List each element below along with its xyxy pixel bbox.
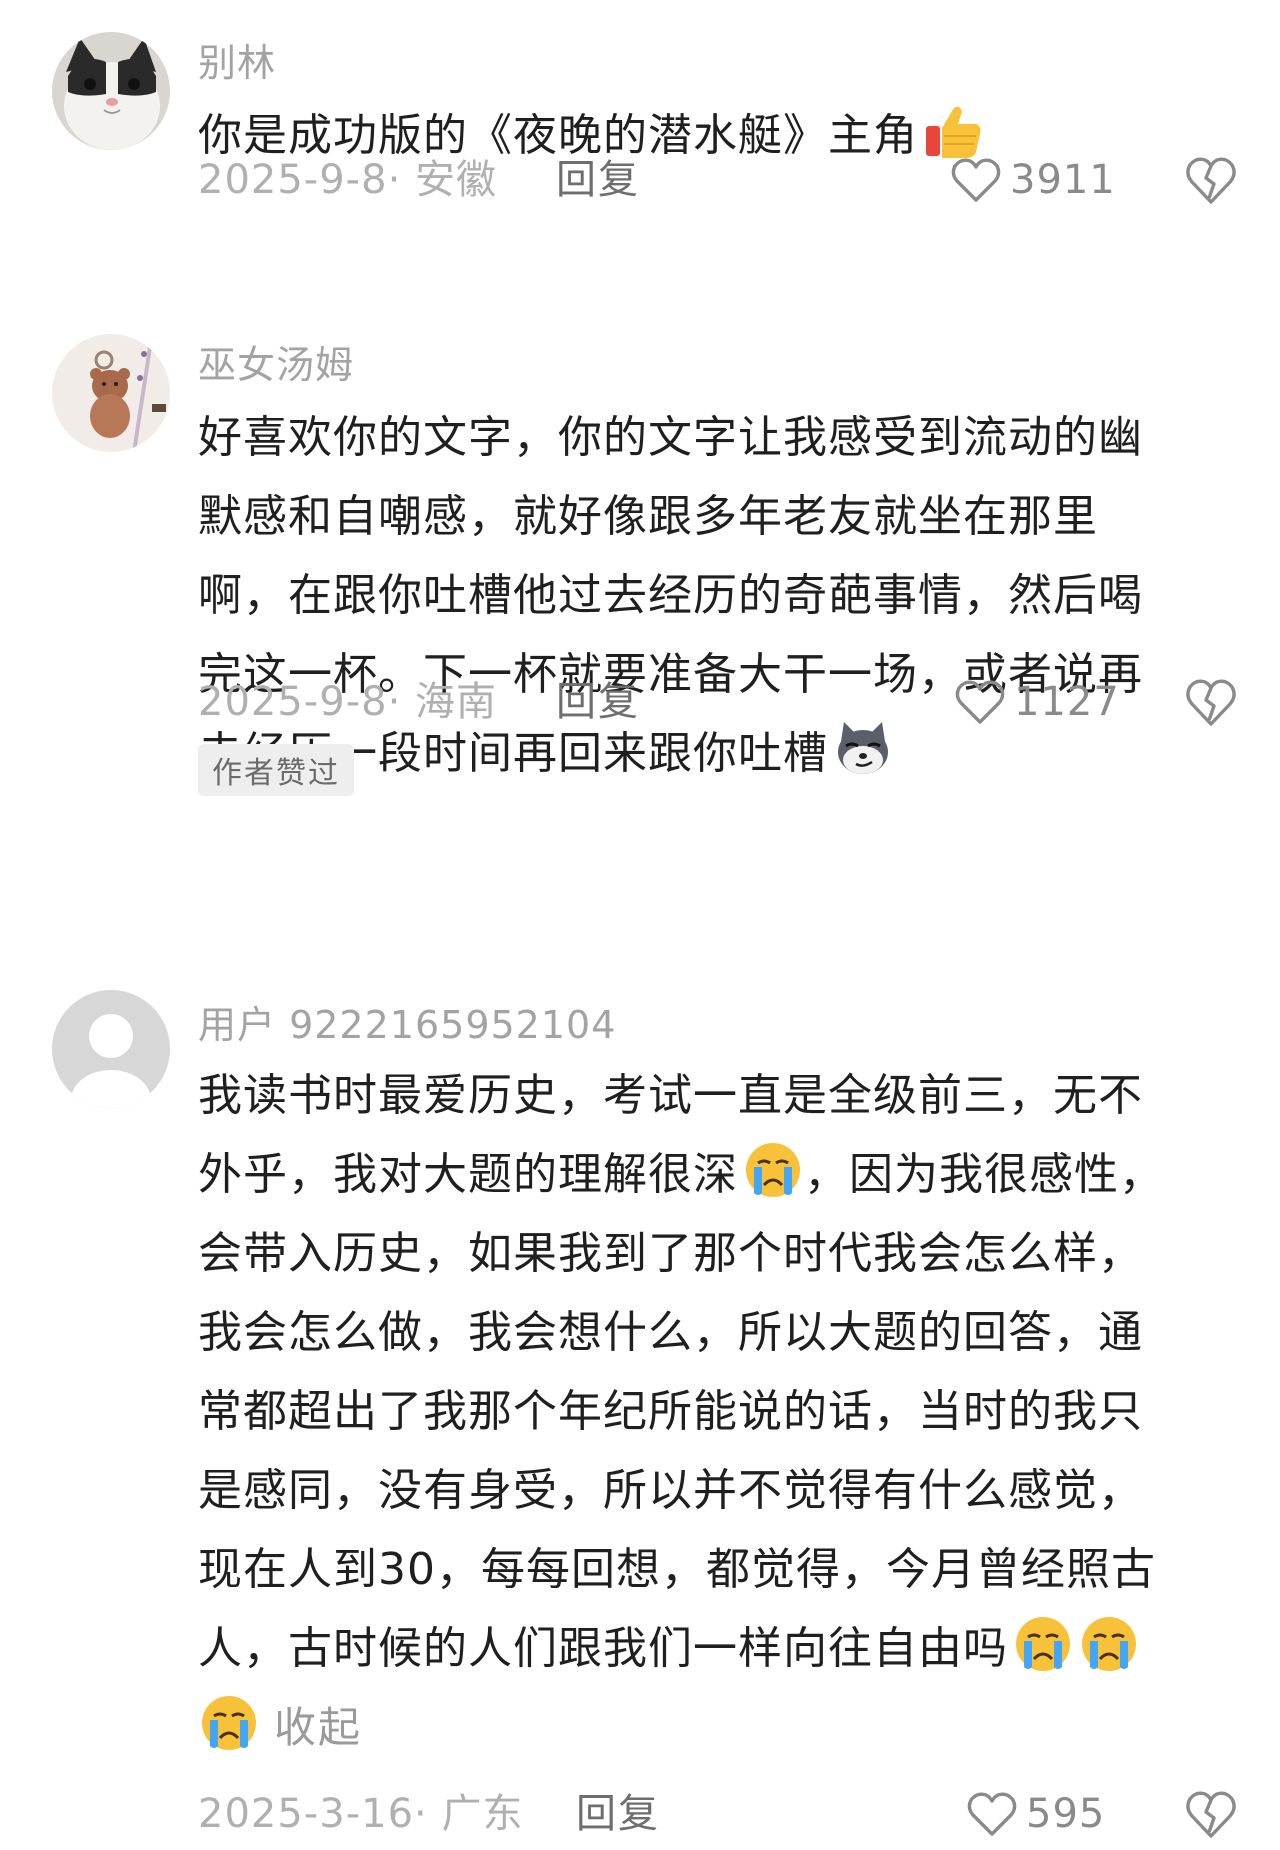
avatar[interactable] bbox=[52, 990, 170, 1108]
heart-outline-icon bbox=[955, 680, 1005, 724]
comment-meta: 2025-9-8· 安徽 回复 3911 bbox=[198, 150, 1238, 210]
reply-button[interactable]: 回复 bbox=[556, 150, 640, 210]
dislike-button[interactable] bbox=[1184, 154, 1238, 206]
author-liked-badge: 作者赞过 bbox=[198, 744, 354, 796]
heart-outline-icon bbox=[951, 158, 1001, 202]
collapse-button[interactable]: 收起 bbox=[274, 1703, 362, 1752]
avatar[interactable] bbox=[52, 32, 170, 150]
comment-line: 人，古时候的人们跟我们一样向往自由吗 bbox=[198, 1609, 1238, 1688]
default-user-avatar-icon bbox=[52, 990, 170, 1108]
comment-line: 收起 bbox=[198, 1688, 1238, 1767]
broken-heart-icon bbox=[1186, 1791, 1236, 1838]
comment-line: 外乎，我对大题的理解很深 ，因为我很感性， bbox=[198, 1135, 1238, 1214]
like-button[interactable]: 1127 bbox=[954, 672, 1120, 732]
avatar[interactable] bbox=[52, 334, 170, 452]
like-count: 3911 bbox=[1010, 157, 1116, 203]
crying-face-emoji-icon bbox=[198, 1692, 260, 1754]
comment-line: 好喜欢你的文字，你的文字让我感受到流动的幽 bbox=[198, 412, 1143, 463]
like-button[interactable]: 595 bbox=[966, 1784, 1105, 1844]
reply-button[interactable]: 回复 bbox=[576, 1784, 660, 1844]
comment-line: 是感同，没有身受，所以并不觉得有什么感觉， bbox=[198, 1465, 1143, 1516]
bear-keychain-avatar-icon bbox=[52, 334, 170, 452]
comment-line: 会带入历史，如果我到了那个时代我会怎么样， bbox=[198, 1228, 1143, 1279]
cat-avatar-icon bbox=[52, 32, 170, 150]
comment-line: 我会怎么做，我会想什么，所以大题的回答，通 bbox=[198, 1307, 1143, 1358]
comment-line: 我读书时最爱历史，考试一直是全级前三，无不 bbox=[198, 1070, 1143, 1121]
date-location: 2025-9-8· 海南 bbox=[198, 679, 497, 725]
crying-face-emoji-icon bbox=[1012, 1613, 1074, 1675]
username[interactable]: 巫女汤姆 bbox=[198, 334, 354, 389]
username[interactable]: 别林 bbox=[198, 32, 276, 87]
comment-line: 常都超出了我那个年纪所能说的话，当时的我只 bbox=[198, 1386, 1143, 1437]
comment-text: 好喜欢你的文字，你的文字让我感受到流动的幽 默感和自嘲感，就好像跟多年老友就坐在… bbox=[198, 398, 1238, 793]
like-count: 595 bbox=[1026, 1791, 1106, 1837]
crying-face-emoji-icon bbox=[1078, 1613, 1140, 1675]
comment-line: 啊，在跟你吐槽他过去经历的奇葩事情，然后喝 bbox=[198, 570, 1143, 621]
comment-line: 现在人到30，每每回想，都觉得，今月曾经照古 bbox=[198, 1544, 1156, 1595]
comment-line: 默感和自嘲感，就好像跟多年老友就坐在那里 bbox=[198, 491, 1098, 542]
username[interactable]: 用户 9222165952104 bbox=[198, 994, 616, 1049]
reply-button[interactable]: 回复 bbox=[556, 672, 640, 732]
comment-text: 我读书时最爱历史，考试一直是全级前三，无不 外乎，我对大题的理解很深 ，因为我很感… bbox=[198, 1056, 1238, 1767]
like-count: 1127 bbox=[1014, 679, 1120, 725]
broken-heart-icon bbox=[1186, 679, 1236, 726]
date-location: 2025-9-8· 安徽 bbox=[198, 157, 497, 203]
dislike-button[interactable] bbox=[1184, 676, 1238, 728]
comment-meta: 2025-3-16· 广东 回复 595 bbox=[198, 1784, 1238, 1844]
broken-heart-icon bbox=[1186, 157, 1236, 204]
comment-meta: 2025-9-8· 海南 回复 1127 bbox=[198, 672, 1238, 732]
dislike-button[interactable] bbox=[1184, 1788, 1238, 1840]
crying-face-emoji-icon bbox=[742, 1139, 804, 1201]
like-button[interactable]: 3911 bbox=[950, 150, 1116, 210]
date-location: 2025-3-16· 广东 bbox=[198, 1791, 524, 1837]
heart-outline-icon bbox=[967, 1792, 1017, 1836]
